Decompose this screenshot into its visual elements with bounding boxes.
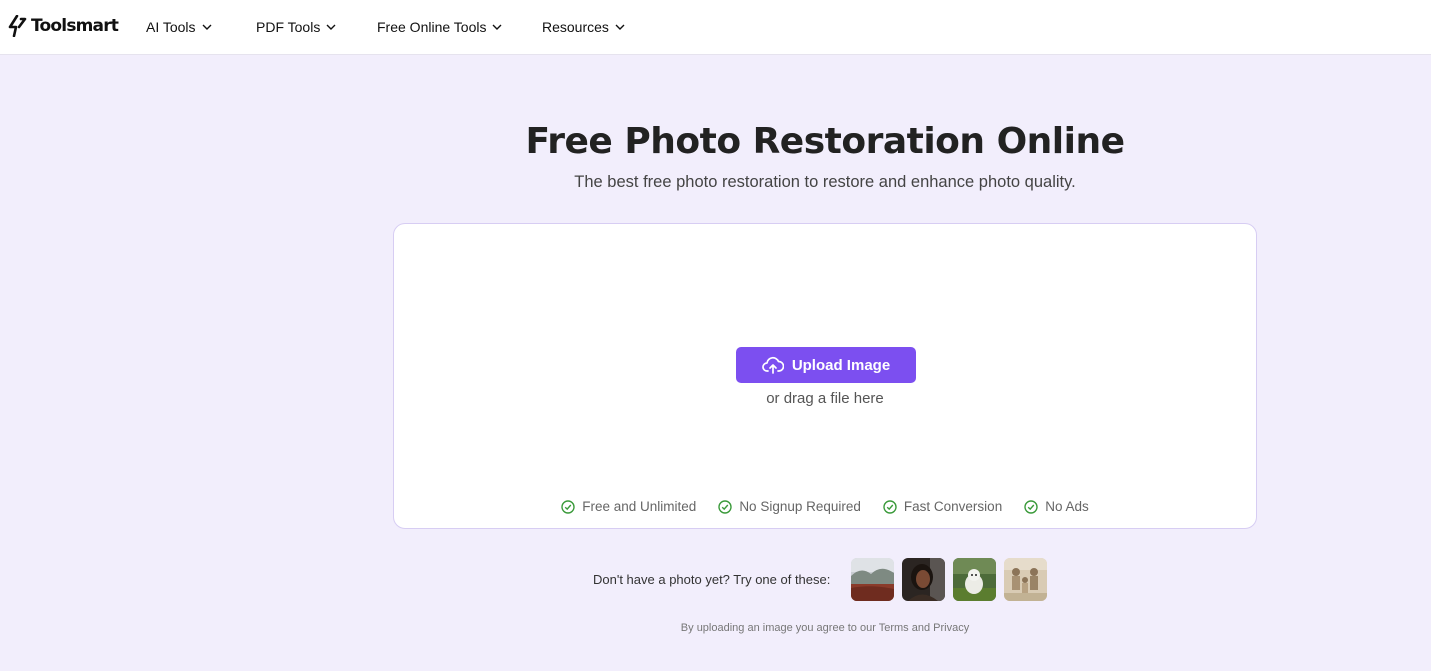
brand-name: Toolsmart (31, 16, 119, 36)
drag-hint: or drag a file here (766, 390, 884, 407)
lightning-logo-icon (8, 15, 27, 37)
chevron-down-icon (492, 24, 502, 30)
feature-label: No Signup Required (739, 499, 861, 514)
chevron-down-icon (326, 24, 336, 30)
chevron-down-icon (615, 24, 625, 30)
feature-label: Fast Conversion (903, 499, 1003, 514)
top-navigation-bar: Toolsmart AI Tools PDF Tools Free Online… (0, 0, 1431, 55)
check-circle-icon (1024, 499, 1038, 514)
cloud-upload-icon (761, 356, 784, 374)
nav-resources[interactable]: Resources (542, 18, 625, 36)
feature-list: Free and Unlimited No Signup Required Fa… (394, 499, 1256, 514)
sample-woman-portrait-thumbnail[interactable] (902, 558, 946, 601)
dog-image (953, 558, 997, 601)
check-circle-icon (718, 499, 733, 514)
nav-free-online-tools-label: Free Online Tools (377, 19, 487, 35)
feature-item: No Signup Required (718, 499, 861, 514)
feature-label: Free and Unlimited (582, 499, 697, 514)
landscape-image (851, 558, 895, 601)
nav-free-online-tools[interactable]: Free Online Tools (377, 18, 502, 36)
check-circle-icon (883, 499, 897, 514)
feature-item: No Ads (1024, 499, 1089, 514)
sample-landscape-thumbnail[interactable] (851, 558, 895, 601)
upload-dropzone[interactable]: Upload Image or drag a file here Free an… (393, 223, 1257, 529)
chevron-down-icon (202, 24, 212, 30)
page-title: Free Photo Restoration Online (525, 121, 1125, 162)
sample-photos: Don't have a photo yet? Try one of these… (593, 558, 1055, 601)
sample-family-thumbnail[interactable] (1004, 558, 1048, 601)
nav-resources-label: Resources (542, 19, 609, 35)
terms-notice: By uploading an image you agree to our T… (680, 622, 970, 634)
feature-item: Free and Unlimited (561, 499, 696, 514)
sample-dog-thumbnail[interactable] (953, 558, 997, 601)
page-subtitle: The best free photo restoration to resto… (574, 173, 1076, 191)
nav-ai-tools[interactable]: AI Tools (146, 18, 212, 36)
sample-photos-label: Don't have a photo yet? Try one of these… (593, 572, 831, 587)
feature-item: Fast Conversion (883, 499, 1002, 514)
nav-ai-tools-label: AI Tools (146, 19, 196, 35)
feature-label: No Ads (1045, 499, 1089, 514)
brand-logo[interactable]: Toolsmart (8, 14, 119, 38)
family-image (1004, 558, 1048, 601)
nav-pdf-tools[interactable]: PDF Tools (256, 18, 336, 36)
upload-image-button[interactable]: Upload Image (736, 347, 916, 383)
nav-pdf-tools-label: PDF Tools (256, 19, 321, 35)
check-circle-icon (561, 499, 575, 514)
upload-image-label: Upload Image (791, 356, 891, 374)
portrait-image (902, 558, 946, 601)
